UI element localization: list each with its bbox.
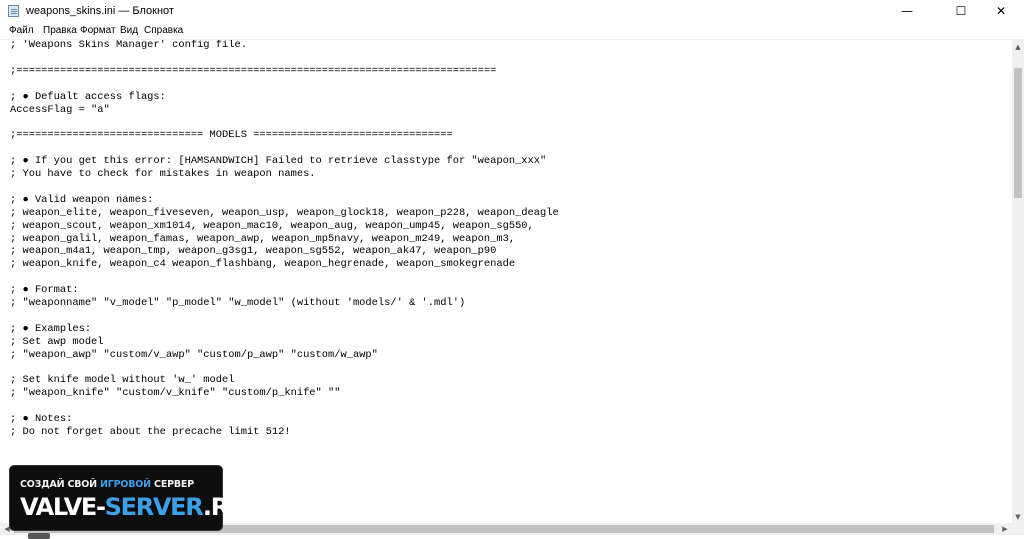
menu-format[interactable]: Формат: [80, 24, 116, 37]
editor-line: ; Set awp model: [10, 335, 104, 348]
watermark-logo-text: VALVE-SERVER.RU: [20, 493, 247, 521]
watermark-tagline-1: СОЗДАЙ СВОЙ: [20, 479, 101, 490]
text-editor[interactable]: ; 'Weapons Skins Manager' config file. ;=…: [0, 40, 1012, 523]
menu-edit[interactable]: Правка: [43, 24, 77, 37]
editor-line: ; 'Weapons Skins Manager' config file.: [10, 40, 247, 51]
editor-line: ; ● Notes:: [10, 413, 73, 426]
editor-line: ; weapon_knife, weapon_c4 weapon_flashba…: [10, 258, 516, 271]
minimize-button[interactable]: —: [884, 0, 930, 22]
watermark-tagline-2: ИГРОВОЙ: [100, 479, 151, 490]
editor-line: ; ● Examples:: [10, 322, 92, 335]
editor-line: ; ● Defualt access flags:: [10, 90, 166, 103]
editor-line: ; ● Valid weapon names:: [10, 193, 154, 206]
editor-line: ; Do not forget about the precache limit…: [10, 426, 291, 438]
menu-view[interactable]: Вид: [120, 24, 138, 37]
vertical-scroll-thumb[interactable]: [1014, 68, 1022, 198]
editor-line: ; "weaponname" "v_model" "p_model" "w_mo…: [10, 297, 466, 309]
close-button[interactable]: ✕: [978, 0, 1024, 22]
scroll-up-icon[interactable]: ▲: [1012, 40, 1024, 53]
title-bar: weapons_skins.ini — Блокнот — ☐ ✕: [0, 0, 1024, 23]
scroll-down-icon[interactable]: ▼: [1012, 510, 1024, 523]
editor-line: ; weapon_galil, weapon_famas, weapon_awp…: [10, 232, 516, 245]
watermark-logo-2: SERVER: [104, 493, 205, 521]
window-title: weapons_skins.ini — Блокнот: [26, 5, 174, 17]
editor-line: ;=======================================…: [10, 64, 497, 77]
watermark-logo-1: VALVE-: [20, 493, 106, 521]
vertical-scrollbar[interactable]: ▲ ▼: [1012, 40, 1024, 523]
valve-server-watermark: СОЗДАЙ СВОЙ ИГРОВОЙ СЕРВЕР VALVE-SERVER.…: [10, 466, 247, 530]
menu-bar: Файл Правка Формат Вид Справка: [0, 22, 1024, 40]
notepad-icon: [8, 5, 19, 17]
editor-line: ; You have to check for mistakes in weap…: [10, 168, 316, 180]
menu-file[interactable]: Файл: [9, 24, 34, 37]
menu-help[interactable]: Справка: [144, 24, 183, 37]
scroll-right-icon[interactable]: ▶: [998, 523, 1012, 535]
editor-line: ; ● Format:: [10, 284, 79, 297]
editor-line: ; weapon_elite, weapon_fiveseven, weapon…: [10, 206, 559, 219]
editor-line: ; "weapon_knife" "custom/v_knife" "custo…: [10, 387, 341, 400]
editor-line: ; weapon_m4a1, weapon_tmp, weapon_g3sg1,…: [10, 245, 497, 258]
watermark-tagline-3: СЕРВЕР: [150, 479, 194, 490]
watermark-tagline: СОЗДАЙ СВОЙ ИГРОВОЙ СЕРВЕР: [20, 479, 194, 490]
resize-grip[interactable]: [1012, 523, 1024, 535]
editor-line: ; Set knife model without 'w_' model: [10, 374, 235, 387]
taskbar-fragment: [28, 533, 50, 539]
editor-line: AccessFlag = "a": [10, 103, 110, 116]
editor-line: ; "weapon_awp" "custom/v_awp" "custom/p_…: [10, 348, 378, 361]
editor-line: ; weapon_scout, weapon_xm1014, weapon_ma…: [10, 219, 534, 232]
editor-line: ;============================== MODELS =…: [10, 129, 453, 142]
watermark-logo-3: .RU: [202, 493, 247, 521]
editor-line: ; ● If you get this error: [HAMSANDWICH]…: [10, 155, 547, 168]
